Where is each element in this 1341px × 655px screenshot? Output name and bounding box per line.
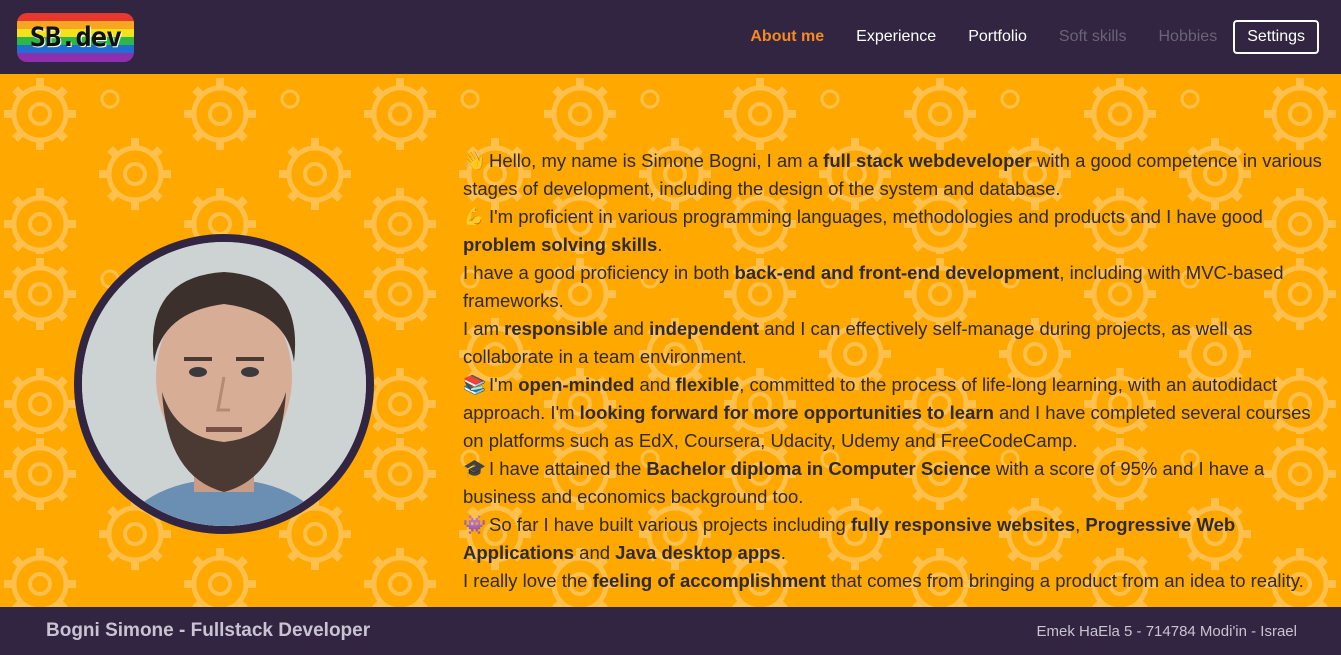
footer-address: Emek HaEla 5 - 714784 Modi'in - Israel (1036, 622, 1298, 640)
highlight-text: fully responsive websites (850, 514, 1076, 535)
about-section: 👋 Hello, my name is Simone Bogni, I am a … (0, 74, 1341, 607)
highlight-text: responsible (504, 318, 608, 339)
about-paragraph: 👋 Hello, my name is Simone Bogni, I am a … (463, 147, 1333, 203)
highlight-text: Bachelor diploma in Computer Science (646, 458, 991, 479)
text-segment: . (657, 234, 663, 255)
text-segment: So far I have built various projects inc… (489, 514, 851, 535)
text-segment: that comes from bringing a product from … (825, 570, 1304, 591)
highlight-text: independent (649, 318, 760, 339)
settings-button[interactable]: Settings (1233, 20, 1319, 54)
highlight-text: open-minded (518, 374, 635, 395)
highlight-text: problem solving skills (463, 234, 658, 255)
about-paragraph: 💪 I'm proficient in various programming l… (463, 203, 1333, 259)
site-logo[interactable]: SB.dev (17, 12, 134, 62)
text-segment: I am (463, 318, 505, 339)
highlight-text: flexible (675, 374, 740, 395)
about-paragraph: 🎓 I have attained the Bachelor diploma in… (463, 455, 1333, 511)
footer: Bogni Simone - Fullstack Developer Emek … (0, 607, 1341, 655)
about-paragraph: I really love the feeling of accomplishm… (463, 567, 1333, 595)
about-paragraph: I have a good proficiency in both back-e… (463, 259, 1333, 315)
emoji-icon: 👾 (463, 514, 487, 535)
nav-item-experience[interactable]: Experience (840, 28, 952, 46)
highlight-text: Java desktop apps (615, 542, 781, 563)
top-navbar: SB.dev About me Experience Portfolio Sof… (0, 0, 1341, 74)
about-paragraph: 👾 So far I have built various projects in… (463, 511, 1333, 567)
avatar (82, 242, 366, 526)
nav-item-soft-skills[interactable]: Soft skills (1043, 28, 1143, 46)
emoji-icon: 🎓 (463, 458, 487, 479)
text-segment: I have a good proficiency in both (463, 262, 735, 283)
text-segment: I'm proficient in various programming la… (489, 206, 1263, 227)
about-paragraph: 📚 I'm open-minded and flexible, committed… (463, 371, 1333, 455)
text-segment: and (607, 318, 650, 339)
highlight-text: looking forward for more opportunities t… (579, 402, 994, 423)
logo-text: SB.dev (29, 21, 123, 53)
about-paragraph: I am responsible and independent and I c… (463, 315, 1333, 371)
text-segment: I have attained the (489, 458, 647, 479)
emoji-icon: 📚 (463, 374, 487, 395)
about-text: 👋 Hello, my name is Simone Bogni, I am a … (463, 147, 1333, 595)
profile-photo (74, 234, 374, 534)
highlight-text: full stack webdeveloper (823, 150, 1032, 171)
text-segment: I really love the (463, 570, 593, 591)
nav-item-portfolio[interactable]: Portfolio (952, 28, 1043, 46)
nav-item-about-me[interactable]: About me (734, 28, 840, 46)
text-segment: and (574, 542, 616, 563)
text-segment: Hello, my name is Simone Bogni, I am a (489, 150, 824, 171)
text-segment: and (634, 374, 676, 395)
text-segment: , (1075, 514, 1086, 535)
highlight-text: back-end and front-end development (734, 262, 1060, 283)
emoji-icon: 💪 (463, 206, 487, 227)
emoji-icon: 👋 (463, 150, 487, 171)
nav-item-hobbies[interactable]: Hobbies (1142, 28, 1233, 46)
highlight-text: feeling of accomplishment (592, 570, 826, 591)
main-nav: About me Experience Portfolio Soft skill… (734, 20, 1319, 54)
text-segment: . (780, 542, 786, 563)
footer-name: Bogni Simone - Fullstack Developer (46, 620, 371, 641)
text-segment: I'm (489, 374, 519, 395)
